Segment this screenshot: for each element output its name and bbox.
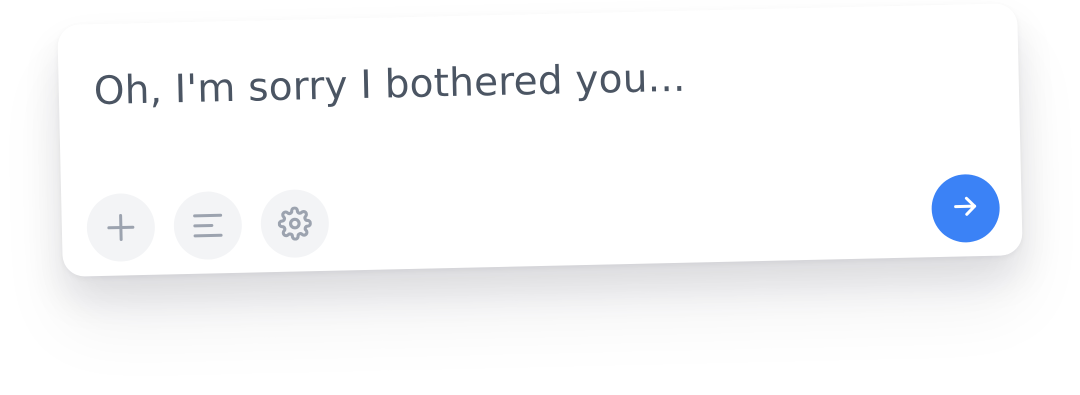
plus-icon <box>106 212 137 243</box>
align-left-icon <box>192 210 225 241</box>
add-button[interactable] <box>86 192 156 263</box>
stage: Oh, I'm sorry I bothered you... <box>0 0 1080 395</box>
settings-button[interactable] <box>260 188 330 259</box>
gear-icon <box>277 206 312 241</box>
format-button[interactable] <box>173 190 243 261</box>
message-composer: Oh, I'm sorry I bothered you... <box>57 3 1023 277</box>
message-input-text[interactable]: Oh, I'm sorry I bothered you... <box>93 56 686 114</box>
send-button[interactable] <box>930 173 1001 244</box>
arrow-right-icon <box>950 191 981 227</box>
